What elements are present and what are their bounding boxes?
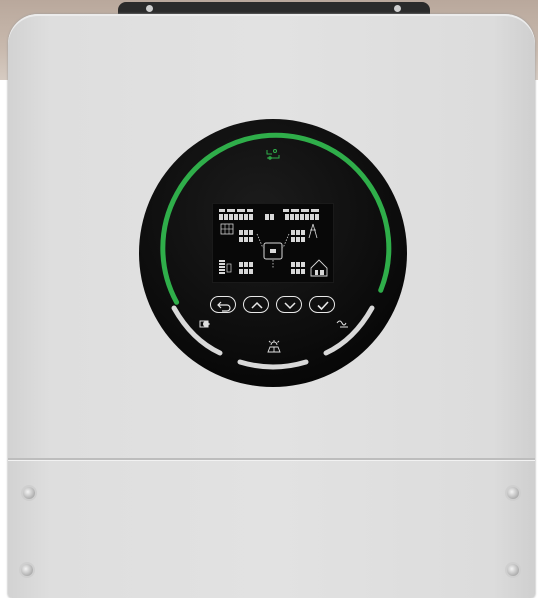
status-ring-idle-bottom <box>237 359 309 370</box>
back-button[interactable] <box>210 296 236 313</box>
battery-icon <box>199 320 210 328</box>
status-ring-idle-left <box>171 305 223 356</box>
chevron-up-icon <box>251 301 263 309</box>
status-ring-idle-right <box>323 305 375 356</box>
lcd-pv-digits <box>219 214 253 220</box>
solar-panel-icon <box>267 340 281 353</box>
up-button[interactable] <box>243 296 269 313</box>
lcd-display <box>212 203 334 283</box>
ac-wave-icon <box>336 320 348 328</box>
chevron-down-icon <box>284 302 296 310</box>
lcd-center-digits <box>265 214 274 220</box>
down-button[interactable] <box>276 296 302 313</box>
link-icon <box>266 149 280 160</box>
lcd-grid-digits <box>285 214 319 220</box>
return-arrow-icon <box>217 301 231 312</box>
lcd-segments <box>219 209 328 277</box>
checkmark-icon <box>317 301 329 311</box>
confirm-button[interactable] <box>309 296 335 313</box>
